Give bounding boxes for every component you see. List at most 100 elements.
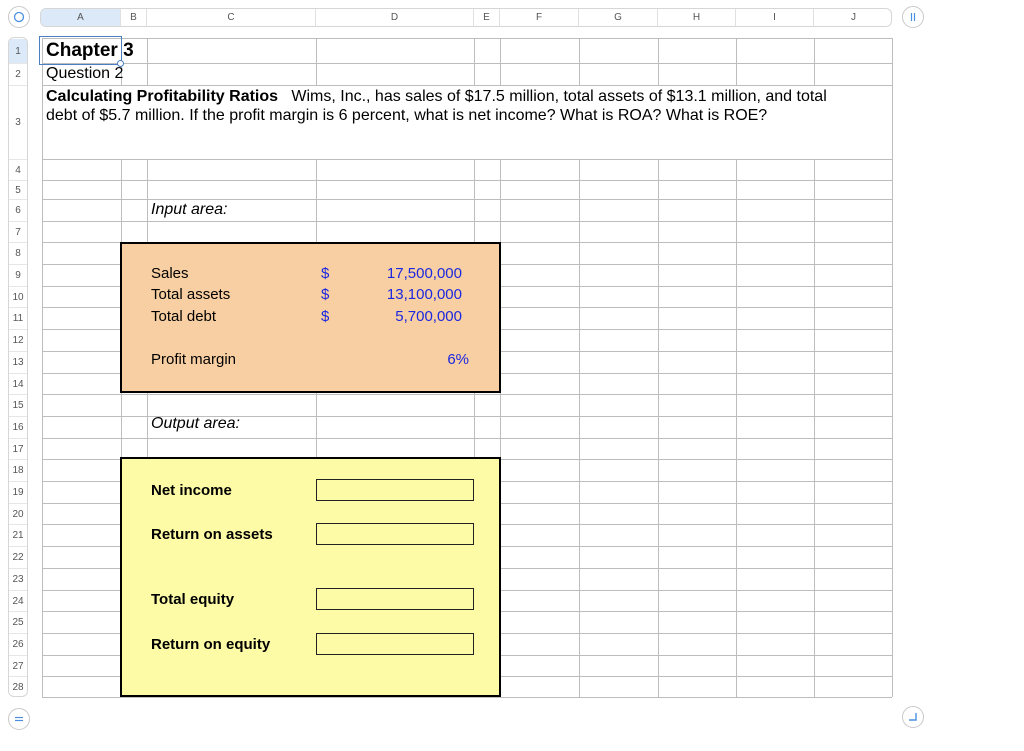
problem-text: Calculating Profitability Ratios Wims, I…: [46, 87, 827, 125]
row-gridline: [42, 394, 892, 395]
column-gridline: [579, 38, 580, 85]
column-header-g[interactable]: G: [579, 9, 658, 26]
row-gridline: [42, 38, 892, 39]
add-column-button[interactable]: [902, 6, 924, 28]
row-gridline: [42, 199, 892, 200]
problem-line-2: debt of $5.7 million. If the profit marg…: [46, 107, 768, 124]
column-gridline: [658, 38, 659, 85]
row-header-11[interactable]: 11: [9, 308, 27, 330]
row-header-8[interactable]: 8: [9, 243, 27, 265]
row-header-12[interactable]: 12: [9, 330, 27, 352]
row-header-15[interactable]: 15: [9, 395, 27, 417]
column-gridline: [814, 38, 815, 85]
column-gridline: [500, 38, 501, 85]
row-header-2[interactable]: 2: [9, 64, 27, 86]
row-gridline: [42, 159, 892, 160]
total-assets-value[interactable]: 13,100,000: [360, 286, 462, 303]
row-header-24[interactable]: 24: [9, 591, 27, 612]
column-gridline: [42, 38, 43, 697]
total-equity-label: Total equity: [151, 591, 235, 608]
column-gridline: [474, 38, 475, 85]
row-header-21[interactable]: 21: [9, 525, 27, 547]
return-on-assets-field[interactable]: [316, 523, 474, 545]
row-header-13[interactable]: 13: [9, 352, 27, 374]
row-header-17[interactable]: 17: [9, 439, 27, 460]
column-gridline: [658, 159, 659, 697]
row-header-18[interactable]: 18: [9, 460, 27, 482]
column-gridline: [814, 159, 815, 697]
row-header-9[interactable]: 9: [9, 265, 27, 287]
row-header-19[interactable]: 19: [9, 482, 27, 504]
row-header-23[interactable]: 23: [9, 569, 27, 591]
circle-icon: [13, 11, 25, 23]
total-assets-label: Total assets: [151, 286, 231, 303]
total-equity-field[interactable]: [316, 588, 474, 610]
column-header-bar: A B C D E F G H I J: [40, 8, 892, 27]
row-header-16[interactable]: 16: [9, 417, 27, 439]
row-header-7[interactable]: 7: [9, 222, 27, 243]
column-gridline: [147, 38, 148, 85]
total-assets-currency: $: [321, 286, 330, 303]
row-header-28[interactable]: 28: [9, 677, 27, 696]
return-on-equity-label: Return on equity: [151, 636, 271, 653]
sales-currency: $: [321, 265, 330, 282]
return-on-assets-label: Return on assets: [151, 526, 273, 543]
resize-table-button[interactable]: [902, 706, 924, 728]
add-row-button[interactable]: [8, 708, 30, 730]
row-gridline: [42, 63, 892, 64]
problem-title: Calculating Profitability Ratios: [46, 88, 279, 105]
row-header-5[interactable]: 5: [9, 181, 27, 200]
row-header-22[interactable]: 22: [9, 547, 27, 569]
column-handle-icon: [910, 13, 916, 21]
profit-margin-label: Profit margin: [151, 351, 237, 368]
column-gridline: [316, 38, 317, 85]
row-header-27[interactable]: 27: [9, 656, 27, 677]
profit-margin-value[interactable]: 6%: [400, 351, 469, 368]
column-header-f[interactable]: F: [500, 9, 579, 26]
net-income-label: Net income: [151, 482, 232, 499]
row-header-bar: 1 2 3 4 5 6 7 8 9 10 11 12 13 14 15 16 17 18 19 20 21 22 23 24 2…: [8, 37, 28, 697]
row-header-6[interactable]: 6: [9, 200, 27, 222]
row-gridline: [42, 180, 892, 181]
row-gridline: [42, 221, 892, 222]
column-gridline: [892, 38, 893, 697]
row-header-26[interactable]: 26: [9, 634, 27, 656]
corner-resize-icon: [909, 713, 917, 721]
column-header-a[interactable]: A: [41, 9, 121, 26]
row-header-25[interactable]: 25: [9, 612, 27, 634]
row-gridline: [42, 438, 892, 439]
output-area-label: Output area:: [151, 415, 240, 432]
total-debt-label: Total debt: [151, 308, 217, 325]
column-gridline: [736, 159, 737, 697]
row-header-14[interactable]: 14: [9, 374, 27, 395]
cell-selection: [39, 36, 122, 65]
row-gridline: [42, 697, 892, 698]
row-gridline: [42, 85, 892, 86]
question-label: Question 2: [46, 65, 124, 82]
sales-label: Sales: [151, 265, 189, 282]
column-header-h[interactable]: H: [658, 9, 736, 26]
column-header-c[interactable]: C: [147, 9, 316, 26]
row-header-1[interactable]: 1: [9, 39, 27, 64]
select-all-button[interactable]: [8, 6, 30, 28]
total-debt-value[interactable]: 5,700,000: [360, 308, 462, 325]
total-debt-currency: $: [321, 308, 330, 325]
row-header-3[interactable]: 3: [9, 86, 27, 160]
input-area-label: Input area:: [151, 201, 228, 218]
column-gridline: [579, 159, 580, 697]
row-header-10[interactable]: 10: [9, 287, 27, 308]
net-income-field[interactable]: [316, 479, 474, 501]
problem-line-1: Wims, Inc., has sales of $17.5 million, …: [291, 88, 827, 105]
row-handle-icon: [15, 716, 23, 722]
return-on-equity-field[interactable]: [316, 633, 474, 655]
column-header-j[interactable]: J: [814, 9, 891, 26]
column-header-b[interactable]: B: [121, 9, 147, 26]
column-header-e[interactable]: E: [474, 9, 500, 26]
row-header-4[interactable]: 4: [9, 160, 27, 181]
selection-resize-handle[interactable]: [117, 60, 124, 67]
column-header-d[interactable]: D: [316, 9, 474, 26]
column-gridline: [736, 38, 737, 85]
sales-value[interactable]: 17,500,000: [360, 265, 462, 282]
column-header-i[interactable]: I: [736, 9, 814, 26]
row-header-20[interactable]: 20: [9, 504, 27, 525]
